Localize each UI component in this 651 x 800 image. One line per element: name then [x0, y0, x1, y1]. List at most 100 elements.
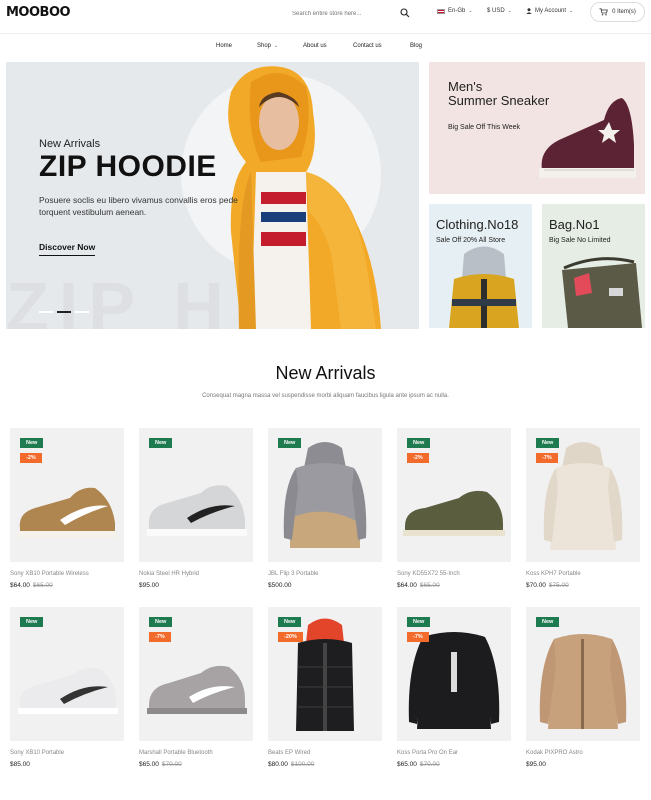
- chevron-down-icon: ⌄: [274, 43, 279, 49]
- search-icon[interactable]: [400, 8, 410, 18]
- product-old-price: $70.00: [419, 761, 440, 768]
- product-image[interactable]: New -2%: [10, 428, 124, 562]
- product-price-row: $64.00 $65.00: [10, 582, 53, 589]
- product-price: $85.00: [10, 761, 30, 768]
- new-badge: New: [278, 438, 302, 448]
- hero-slider[interactable]: ZIP H New Arrivals ZIP HOODIE Posuere so…: [6, 62, 419, 329]
- banner-title: Bag.No1: [549, 217, 600, 232]
- hero-eyebrow: New Arrivals: [39, 138, 101, 150]
- section-title: New Arrivals: [275, 363, 376, 383]
- hero-ghost-text: ZIP H: [6, 267, 234, 329]
- banner-subtitle: Big Sale No Limited: [549, 237, 611, 244]
- slider-dot[interactable]: [39, 311, 53, 313]
- product-name[interactable]: Koss Porta Pro On Ear: [397, 750, 458, 756]
- top-bar: MOOBOO En-Gb ⌄ $ USD ⌄ My Account ⌄ 0 It…: [0, 0, 651, 34]
- account-menu[interactable]: My Account ⌄: [526, 8, 573, 14]
- product-price-row: $70.00 $75.00: [526, 582, 569, 589]
- product-price: $65.00: [397, 761, 417, 768]
- banner-subtitle: Big Sale Off This Week: [448, 124, 520, 131]
- cart-icon: [599, 8, 608, 16]
- sale-badge: -2%: [407, 453, 429, 463]
- main-nav: Home Shop ⌄ About us Contact us Blog: [0, 37, 651, 57]
- nav-contact[interactable]: Contact us: [353, 43, 382, 49]
- new-badge: New: [407, 617, 431, 627]
- jacket-image: [449, 246, 519, 328]
- search-input[interactable]: [292, 11, 392, 17]
- sale-badge: -7%: [407, 632, 429, 642]
- sale-badge: -7%: [536, 453, 558, 463]
- product-name[interactable]: Kodak PIXPRO Astro: [526, 750, 583, 756]
- product-name[interactable]: Koss KPH7 Portable: [526, 571, 581, 577]
- search-box[interactable]: [292, 5, 416, 23]
- new-badge: New: [536, 617, 560, 627]
- product-name[interactable]: Sony XB10 Portable: [10, 750, 64, 756]
- product-name[interactable]: Sony KD55X72 55-Inch: [397, 571, 460, 577]
- product-image[interactable]: New -7%: [139, 607, 253, 741]
- banner-clothing[interactable]: Clothing.No18 Sale Off 20% All Store: [429, 204, 532, 328]
- chevron-down-icon: ⌄: [507, 8, 512, 14]
- product-old-price: $75.00: [548, 582, 569, 589]
- hero-title: ZIP HOODIE: [39, 150, 217, 183]
- nav-shop[interactable]: Shop ⌄: [257, 43, 278, 49]
- slider-dot-active[interactable]: [57, 311, 71, 313]
- product-photo: [147, 485, 247, 536]
- logo[interactable]: MOOBOO: [6, 5, 71, 20]
- product-price-row: $65.00 $70.00: [139, 761, 182, 768]
- product-image[interactable]: New -7%: [397, 607, 511, 741]
- new-badge: New: [149, 617, 173, 627]
- product-price: $65.00: [139, 761, 159, 768]
- chevron-down-icon: ⌄: [468, 8, 473, 14]
- cart-count: 0 Item(s): [612, 9, 636, 15]
- new-badge: New: [536, 438, 560, 448]
- nav-blog[interactable]: Blog: [410, 43, 422, 49]
- product-image[interactable]: New -2%: [397, 428, 511, 562]
- product-image[interactable]: New: [10, 607, 124, 741]
- sale-badge: -7%: [149, 632, 171, 642]
- product-price-row: $85.00: [10, 761, 30, 768]
- slider-dots: [39, 311, 89, 313]
- product-photo: [18, 487, 116, 538]
- sale-badge: -20%: [278, 632, 303, 642]
- banner-mens-sneaker[interactable]: Men's Summer Sneaker Big Sale Off This W…: [429, 62, 645, 194]
- banner-bag[interactable]: Bag.No1 Big Sale No Limited: [542, 204, 645, 328]
- sale-badge: -2%: [20, 453, 42, 463]
- product-old-price: $100.00: [290, 761, 315, 768]
- nav-shop-label: Shop: [257, 43, 272, 49]
- product-name[interactable]: Beats EP Wired: [268, 750, 310, 756]
- language-selector[interactable]: En-Gb ⌄: [437, 8, 473, 14]
- product-photo: [296, 618, 354, 731]
- product-price-row: $80.00 $100.00: [268, 761, 314, 768]
- product-image[interactable]: New -7%: [526, 428, 640, 562]
- product-photo: [147, 665, 247, 714]
- product-image[interactable]: New: [268, 428, 382, 562]
- new-badge: New: [149, 438, 173, 448]
- product-name[interactable]: Marshall Portable Bluetooth: [139, 750, 213, 756]
- product-name[interactable]: JBL Flip 3 Portable: [268, 571, 318, 577]
- slider-dot[interactable]: [75, 311, 89, 313]
- product-price: $80.00: [268, 761, 288, 768]
- product-price-row: $500.00: [268, 582, 292, 589]
- language-label: En-Gb: [448, 8, 466, 14]
- flag-icon: [437, 8, 445, 14]
- bag-image: [562, 257, 642, 328]
- user-icon: [526, 8, 532, 14]
- discover-now-button[interactable]: Discover Now: [39, 242, 96, 256]
- product-price-row: $95.00: [526, 761, 546, 768]
- nav-about[interactable]: About us: [303, 43, 327, 49]
- cart-button[interactable]: 0 Item(s): [590, 2, 645, 22]
- product-name[interactable]: Sony XB10 Portable Wireless: [10, 571, 89, 577]
- currency-selector[interactable]: $ USD ⌄: [487, 8, 512, 14]
- currency-label: $ USD: [487, 8, 505, 14]
- product-photo: [403, 490, 505, 536]
- product-photo: [18, 667, 118, 714]
- nav-home[interactable]: Home: [216, 43, 232, 49]
- hero-description: Posuere soclis eu libero vivamus convall…: [39, 195, 238, 217]
- product-price-row: $65.00 $70.00: [397, 761, 440, 768]
- product-name[interactable]: Nokia Steel HR Hybrid: [139, 571, 199, 577]
- account-label: My Account: [535, 8, 567, 14]
- product-image[interactable]: New -20%: [268, 607, 382, 741]
- product-price: $500.00: [268, 582, 292, 589]
- product-image[interactable]: New: [526, 607, 640, 741]
- product-price: $64.00: [397, 582, 417, 589]
- product-image[interactable]: New: [139, 428, 253, 562]
